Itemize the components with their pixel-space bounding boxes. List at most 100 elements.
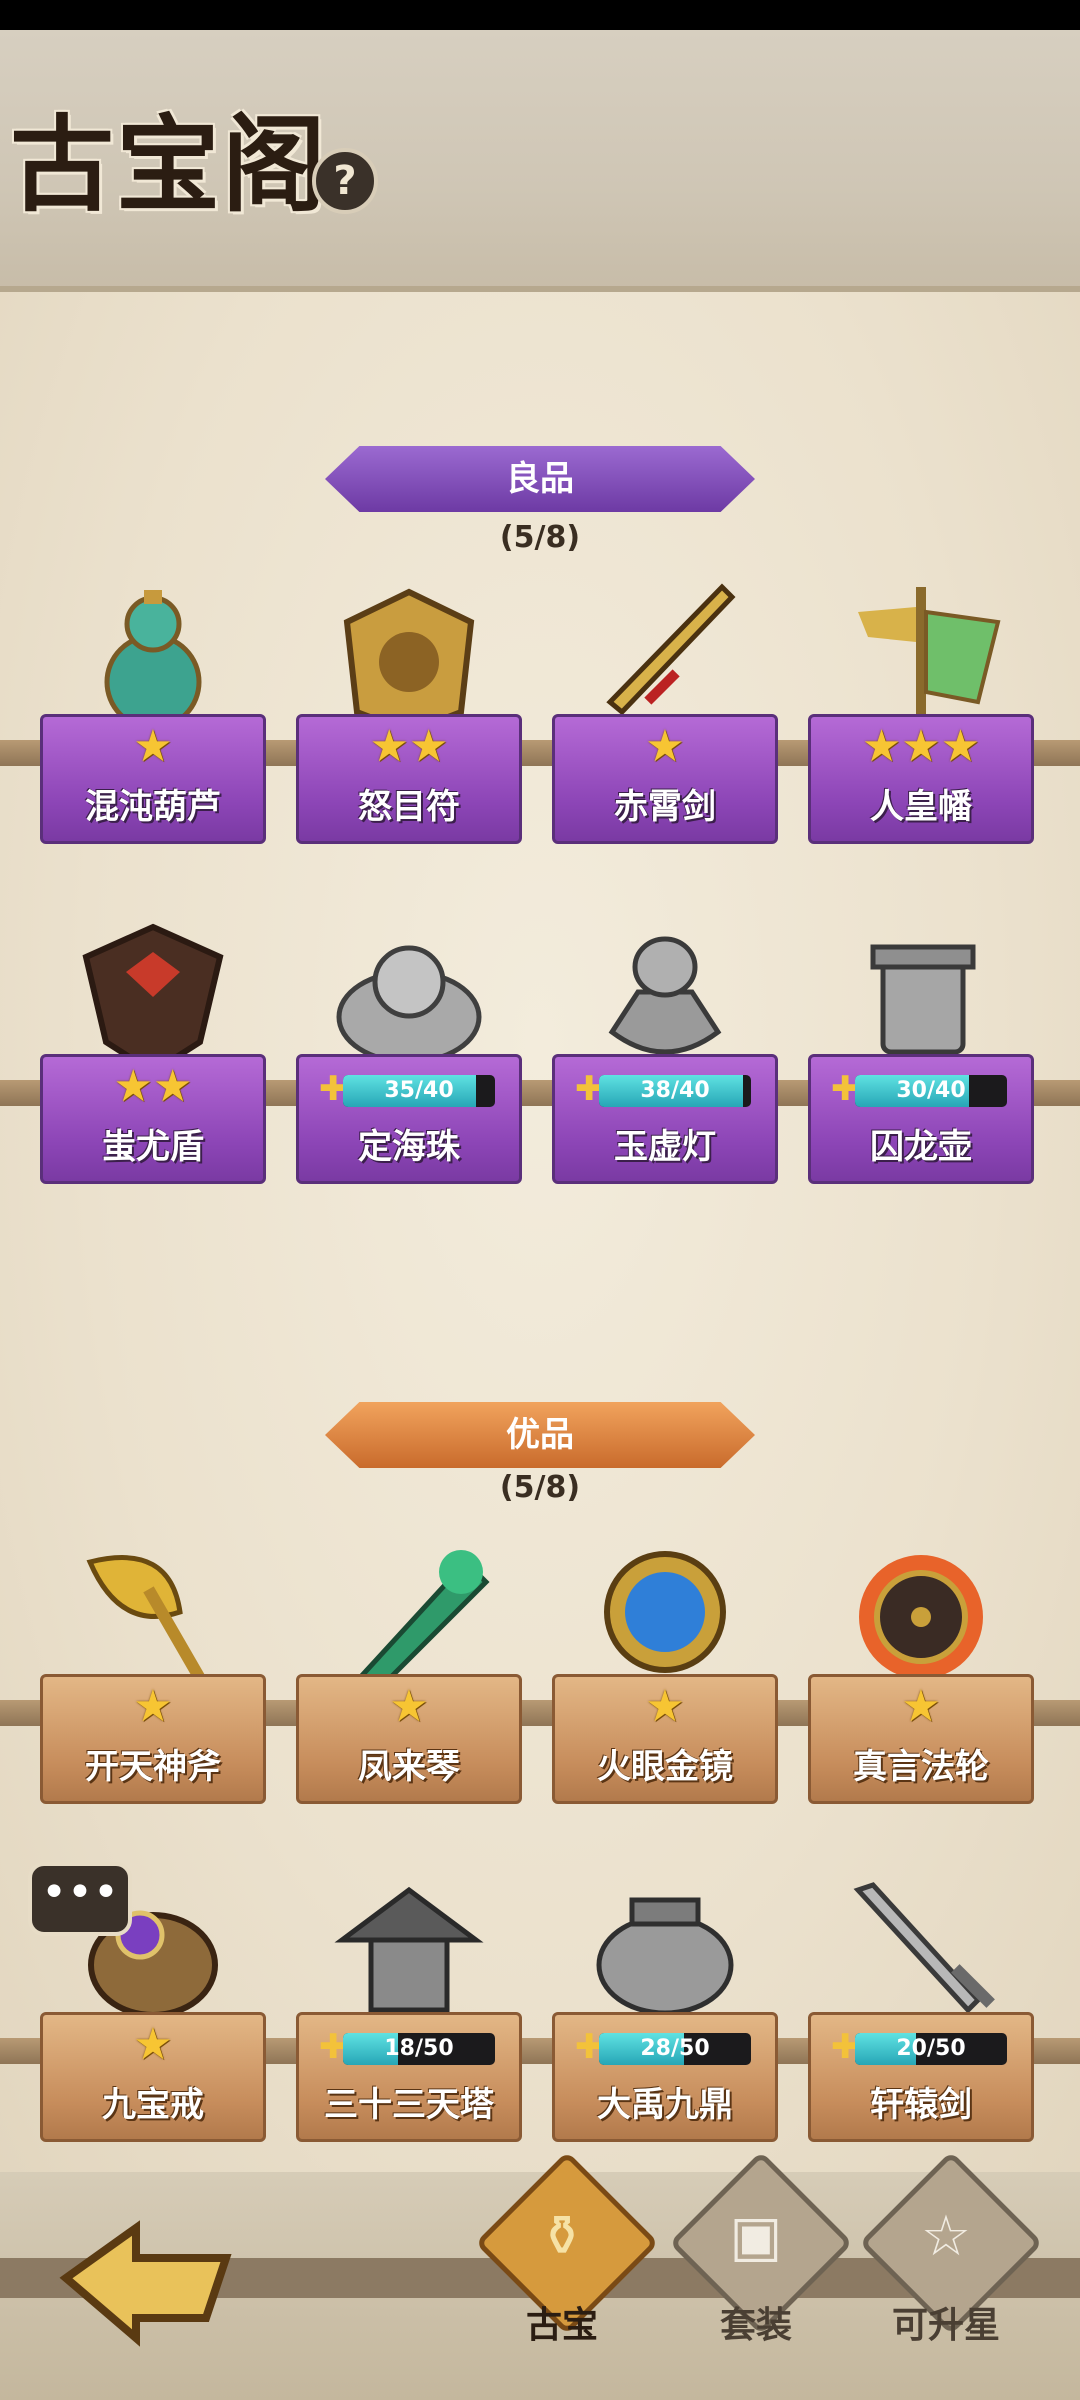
gourd-icon [104,590,202,731]
treasure-card[interactable]: ★★ 蚩尤盾 [40,922,266,1184]
treasure-card[interactable]: ✚ 38/40 玉虚灯 [552,922,778,1184]
star-rating: ★★★ [861,721,981,772]
item-plate: ★ 凤来琴 [296,1674,522,1804]
fragment-progress-bar: 30/40 [855,1075,1007,1107]
nav-tab-upgrade[interactable]: ☆ 可升星 [859,2151,1043,2368]
nav-label: 可升星 [891,2305,1000,2346]
cauldron-icon [596,1897,734,2016]
chest-icon: ▣ [729,2204,783,2269]
treasure-card[interactable]: ✚ 18/50 三十三天塔 [296,1880,522,2142]
progress-text: 30/40 [896,1078,966,1103]
star-rating: ★★ [113,1061,193,1112]
item-name: 人皇幡 [870,787,972,827]
item-plate: ✚ 30/40 囚龙壶 [808,1054,1034,1184]
treasure-list[interactable]: 良品 (5/8) ★ 混沌葫芦 ★★ 怒目符 ★ 赤霄剑 ★★★ 人皇幡 ★★ … [0,292,1080,2172]
item-plate: ★ 混沌葫芦 [40,714,266,844]
item-plate: ✚ 28/50 大禹九鼎 [552,2012,778,2142]
progress-text: 28/50 [640,2036,710,2061]
item-plate: ★ 赤霄剑 [552,714,778,844]
item-name: 火眼金镜 [597,1747,733,1787]
item-plate: ★★★ 人皇幡 [808,714,1034,844]
fragment-progress-bar: 18/50 [343,2033,495,2065]
item-plate: ★ 火眼金镜 [552,1674,778,1804]
treasure-card[interactable]: ★★★ 人皇幡 [808,582,1034,844]
treasure-card[interactable]: ✚ 20/50 轩辕剑 [808,1880,1034,2142]
back-arrow-icon[interactable] [56,2218,236,2348]
treasure-card[interactable]: ✚ 28/50 大禹九鼎 [552,1880,778,2142]
star-rating: ★★ [369,721,449,772]
item-name: 九宝戒 [102,2085,204,2125]
tier-count: (5/8) [499,520,581,555]
item-plate: ✚ 18/50 三十三天塔 [296,2012,522,2142]
pagoda-icon [334,1886,484,2013]
nav-tab-set[interactable]: ▣ 套装 [669,2151,853,2368]
item-name: 轩辕剑 [870,2085,972,2125]
zither-icon [351,1550,490,1692]
star-rating: ★ [133,721,173,772]
item-plate: ★ 九宝戒 [40,2012,266,2142]
item-name: 蚩尤盾 [102,1127,204,1167]
star-rating: ★ [133,2019,173,2070]
help-icon[interactable]: ? [312,148,378,214]
lamp-icon [608,936,722,1055]
tier-ribbon-good: 良品 [325,446,755,512]
shield-icon [82,923,224,1072]
fragment-progress-bar: 28/50 [599,2033,751,2065]
vessel-icon [870,944,976,1055]
star-rating: ★ [901,1681,941,1732]
item-name: 开天神斧 [85,1747,221,1787]
treasure-card[interactable]: ★ 火眼金镜 [552,1542,778,1804]
item-plate: ★★ 怒目符 [296,714,522,844]
treasure-card[interactable]: ★★ 怒目符 [296,582,522,844]
treasure-card[interactable]: ★ 开天神斧 [40,1542,266,1804]
progress-text: 35/40 [384,1078,454,1103]
treasure-card[interactable]: ★ 真言法轮 [808,1542,1034,1804]
star-up-icon: ☆ [920,2204,972,2269]
item-name: 定海珠 [358,1127,460,1167]
tier-count: (5/8) [499,1470,581,1505]
progress-text: 20/50 [896,2036,966,2061]
page-title: 古宝阁 [10,103,329,226]
dragon-pearl-icon [336,945,482,1065]
treasure-card[interactable]: ✚ 35/40 定海珠 [296,922,522,1184]
star-rating: ★ [133,1681,173,1732]
item-plate: ✚ 38/40 玉虚灯 [552,1054,778,1184]
fragment-progress-bar: 35/40 [343,1075,495,1107]
star-rating: ★ [645,1681,685,1732]
fragment-progress-bar: 38/40 [599,1075,751,1107]
item-name: 三十三天塔 [324,2085,494,2125]
wheel-icon [859,1555,983,1679]
item-name: 大禹九鼎 [597,2085,733,2125]
treasure-card[interactable]: ★ 赤霄剑 [552,582,778,844]
treasure-card[interactable]: ★ 凤来琴 [296,1542,522,1804]
item-name: 怒目符 [358,787,460,827]
mirror-icon [604,1551,726,1673]
treasure-pot-icon: ⚱ [538,2204,586,2269]
star-rating: ★ [645,721,685,772]
banner-icon [858,587,1001,732]
item-name: 真言法轮 [853,1747,989,1787]
axe-icon [86,1555,209,1688]
progress-text: 38/40 [640,1078,710,1103]
item-name: 凤来琴 [358,1747,460,1787]
star-rating: ★ [389,1681,429,1732]
fragment-progress-bar: 20/50 [855,2033,1007,2065]
item-name: 混沌葫芦 [85,787,221,827]
item-plate: ★★ 蚩尤盾 [40,1054,266,1184]
nav-label: 古宝 [525,2305,598,2346]
item-plate: ✚ 20/50 轩辕剑 [808,2012,1034,2142]
tier-ribbon-excellent: 优品 [325,1402,755,1468]
nav-label: 套装 [719,2305,792,2346]
item-name: 囚龙壶 [870,1127,972,1167]
nav-tab-treasure[interactable]: ⚱ 古宝 [475,2151,659,2368]
treasure-card[interactable]: ★ 混沌葫芦 [40,582,266,844]
greatsword-icon [853,1882,995,2014]
item-plate: ★ 真言法轮 [808,1674,1034,1804]
item-name: 赤霄剑 [614,787,716,827]
status-bar [0,0,1080,30]
item-plate: ✚ 35/40 定海珠 [296,1054,522,1184]
chat-bubble-icon[interactable]: ••• [28,1862,132,1936]
sword-icon [606,583,736,716]
treasure-card[interactable]: ✚ 30/40 囚龙壶 [808,922,1034,1184]
talisman-icon [343,588,475,732]
